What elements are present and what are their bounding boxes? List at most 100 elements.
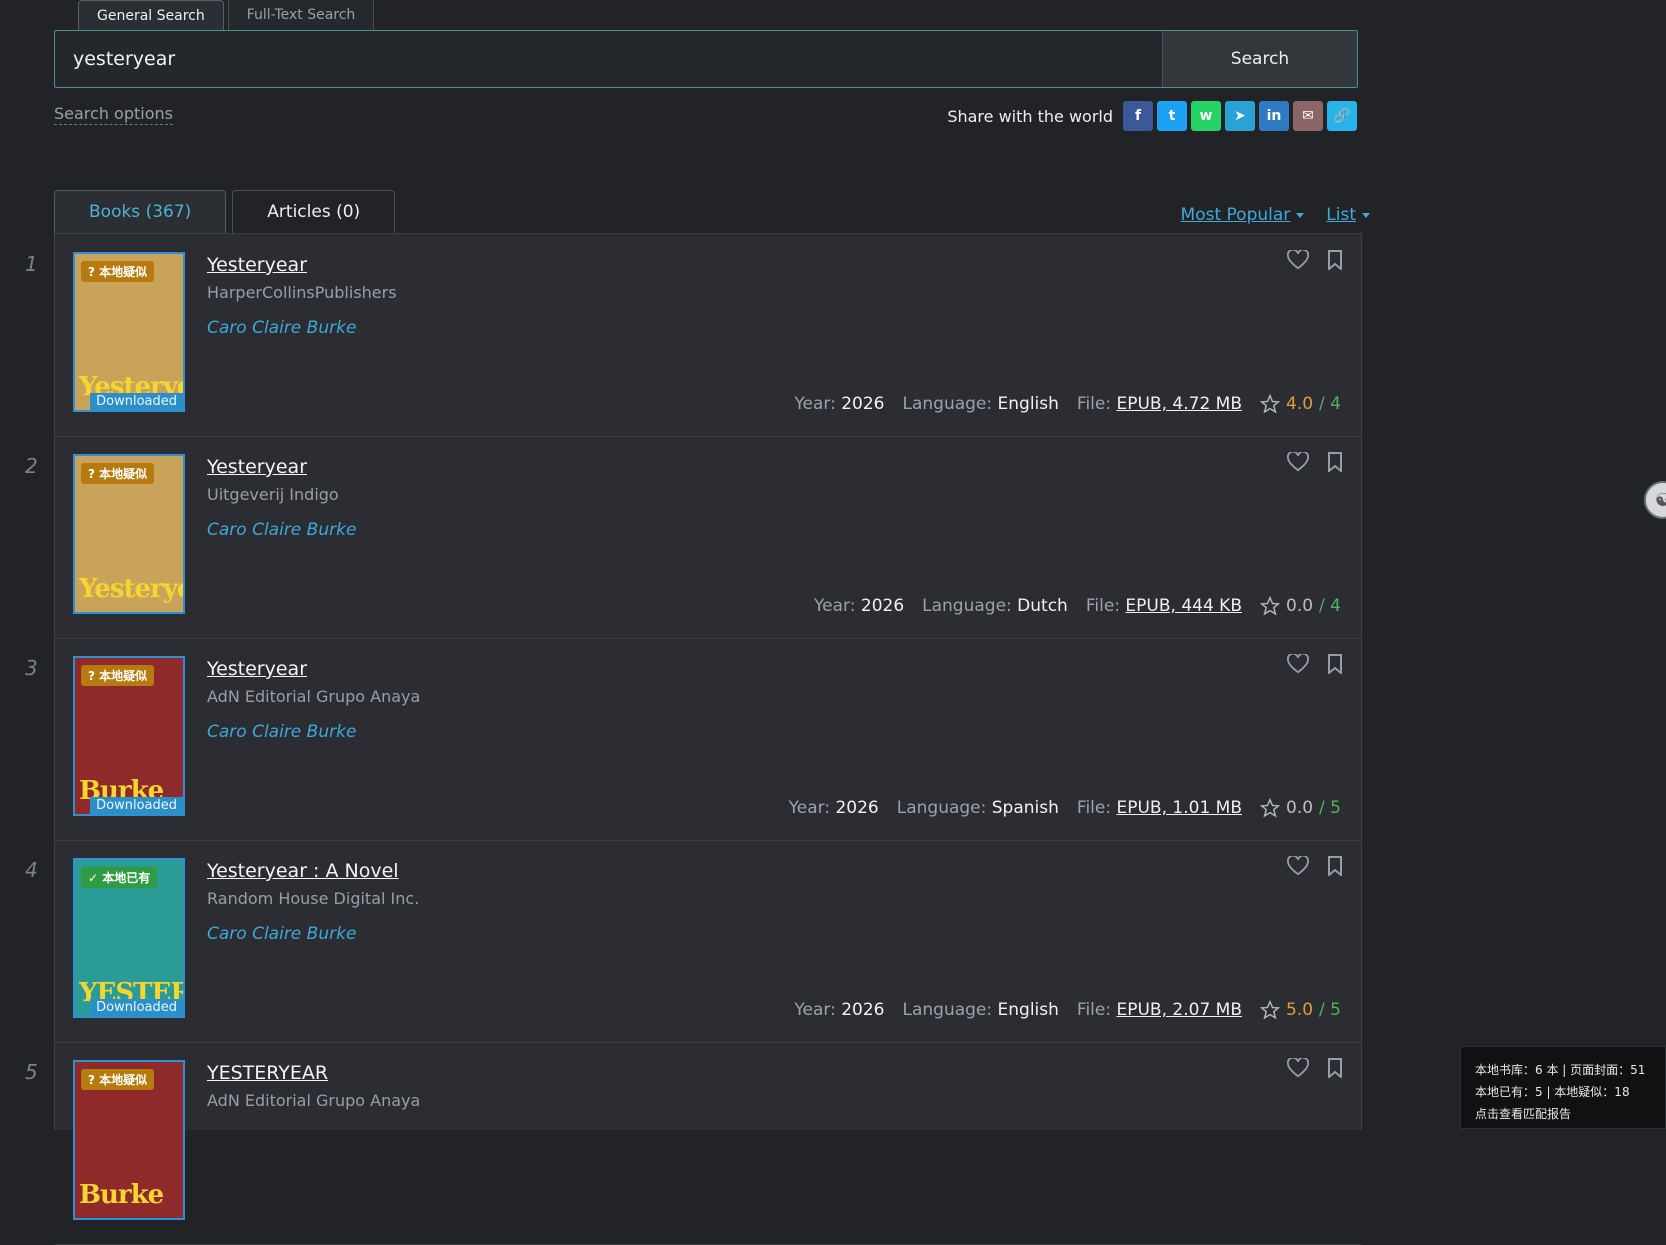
tab-books[interactable]: Books (367): [54, 190, 227, 233]
bookmark-icon[interactable]: [1327, 1058, 1343, 1082]
file-link[interactable]: EPUB, 2.07 MB: [1117, 1000, 1243, 1020]
list-item: 3 Burke ? 本地疑似 Downloaded Yesteryear AdN…: [25, 638, 1361, 841]
book-title-link[interactable]: Yesteryear: [207, 658, 307, 680]
item-actions: [1287, 854, 1343, 880]
list-item: 5 Burke ? 本地疑似 YESTERYEAR AdN Editorial …: [25, 1042, 1361, 1245]
language-field: Language: English: [902, 1000, 1059, 1020]
cover-title: Burke: [79, 1180, 164, 1210]
language-field: Language: Spanish: [896, 798, 1059, 818]
book-title-link[interactable]: YESTERYEAR: [207, 1062, 328, 1084]
bookmark-icon[interactable]: [1327, 452, 1343, 476]
book-cover[interactable]: Yesteryear ? 本地疑似 Downloaded: [73, 252, 185, 412]
local-stats-line-1: 本地书库：6 本 | 页面封面：51: [1475, 1063, 1646, 1077]
rating-value: 5.0: [1286, 1000, 1314, 1020]
book-meta: Year: 2026 Language: Spanish File: EPUB,…: [789, 798, 1341, 818]
language-field: Language: English: [902, 394, 1059, 414]
heart-icon[interactable]: [1287, 450, 1309, 476]
result-type-tabs: Books (367) Articles (0): [54, 190, 396, 233]
rating-count: / 5: [1319, 798, 1341, 818]
downloaded-badge: Downloaded: [90, 797, 183, 814]
tab-full-text-search[interactable]: Full-Text Search: [227, 0, 375, 31]
book-cover[interactable]: Burke ? 本地疑似 Downloaded: [73, 656, 185, 816]
heart-icon[interactable]: [1287, 652, 1309, 678]
author-link[interactable]: Caro Claire Burke: [207, 318, 356, 338]
tab-general-search[interactable]: General Search: [78, 0, 224, 32]
rating-count: / 5: [1319, 1000, 1341, 1020]
local-status-badge: ? 本地疑似: [81, 463, 155, 484]
search-options-link[interactable]: Search options: [54, 104, 173, 125]
search-button[interactable]: Search: [1162, 31, 1357, 87]
email-icon[interactable]: ✉: [1293, 101, 1323, 131]
heart-icon[interactable]: [1287, 854, 1309, 880]
publisher: AdN Editorial Grupo Anaya: [207, 1091, 421, 1110]
book-title-link[interactable]: Yesteryear : A Novel: [207, 860, 399, 882]
chevron-down-icon: [1362, 212, 1370, 218]
year-field: Year: 2026: [788, 798, 879, 818]
tab-articles[interactable]: Articles (0): [232, 190, 396, 233]
list-item: 1 Yesteryear ? 本地疑似 Downloaded Yesteryea…: [25, 234, 1361, 437]
search-input[interactable]: [55, 31, 1162, 87]
heart-icon[interactable]: [1287, 1056, 1309, 1082]
year-field: Year: 2026: [794, 394, 885, 414]
link-icon[interactable]: 🔗: [1327, 101, 1357, 131]
year-field: Year: 2026: [794, 1000, 885, 1020]
rating: 5.0 / 5: [1260, 1000, 1341, 1020]
book-cover[interactable]: Yesteryear ? 本地疑似: [73, 454, 185, 614]
result-index: 5: [25, 1060, 38, 1084]
book-cover[interactable]: YESTERYEAR ✓ 本地已有 Downloaded: [73, 858, 185, 1018]
language-field: Language: Dutch: [922, 596, 1068, 616]
sort-order-dropdown[interactable]: Most Popular: [1181, 205, 1305, 225]
telegram-icon[interactable]: ➤: [1225, 101, 1255, 131]
publisher: HarperCollinsPublishers: [207, 283, 397, 302]
book-cover[interactable]: Burke ? 本地疑似: [73, 1060, 185, 1220]
bookmark-icon[interactable]: [1327, 250, 1343, 274]
local-status-badge: ? 本地疑似: [81, 1069, 155, 1090]
author-link[interactable]: Caro Claire Burke: [207, 722, 356, 742]
local-stats-line-2: 本地已有：5 | 本地疑似：18: [1475, 1085, 1630, 1099]
book-title-link[interactable]: Yesteryear: [207, 254, 307, 276]
yin-yang-icon[interactable]: ☯: [1644, 481, 1666, 519]
item-actions: [1287, 652, 1343, 678]
author-link[interactable]: Caro Claire Burke: [207, 924, 356, 944]
book-title-link[interactable]: Yesteryear: [207, 456, 307, 478]
file-link[interactable]: EPUB, 1.01 MB: [1117, 798, 1243, 818]
author-link[interactable]: Caro Claire Burke: [207, 520, 356, 540]
share-bar: Share with the world f t w ➤ in ✉ 🔗: [947, 101, 1357, 131]
results-list: 1 Yesteryear ? 本地疑似 Downloaded Yesteryea…: [25, 233, 1362, 1245]
chevron-down-icon: [1296, 212, 1305, 218]
sort-controls: Most Popular List: [1181, 205, 1370, 225]
publisher: AdN Editorial Grupo Anaya: [207, 687, 421, 706]
book-meta: Year: 2026 Language: Dutch File: EPUB, 4…: [814, 596, 1341, 616]
match-report-link[interactable]: 点击查看匹配报告: [1475, 1103, 1651, 1125]
file-link[interactable]: EPUB, 444 KB: [1125, 596, 1242, 616]
item-actions: [1287, 248, 1343, 274]
star-icon[interactable]: [1260, 1000, 1280, 1020]
share-label: Share with the world: [947, 106, 1113, 126]
item-actions: [1287, 1056, 1343, 1082]
rating: 0.0 / 5: [1260, 798, 1341, 818]
heart-icon[interactable]: [1287, 248, 1309, 274]
result-index: 4: [25, 858, 38, 882]
twitter-icon[interactable]: t: [1157, 101, 1187, 131]
rating-value: 0.0: [1286, 596, 1314, 616]
search-box: Search: [54, 30, 1358, 88]
downloaded-badge: Downloaded: [90, 999, 183, 1016]
whatsapp-icon[interactable]: w: [1191, 101, 1221, 131]
star-icon[interactable]: [1260, 394, 1280, 414]
cover-title: Yesteryear: [79, 574, 183, 604]
bookmark-icon[interactable]: [1327, 856, 1343, 880]
file-link[interactable]: EPUB, 4.72 MB: [1117, 394, 1243, 414]
item-actions: [1287, 450, 1343, 476]
star-icon[interactable]: [1260, 798, 1280, 818]
star-icon[interactable]: [1260, 596, 1280, 616]
file-field: File: EPUB, 4.72 MB: [1076, 394, 1243, 414]
file-field: File: EPUB, 1.01 MB: [1076, 798, 1243, 818]
linkedin-icon[interactable]: in: [1259, 101, 1289, 131]
view-mode-dropdown[interactable]: List: [1326, 205, 1370, 225]
local-status-badge: ? 本地疑似: [81, 665, 155, 686]
downloaded-badge: Downloaded: [90, 393, 183, 410]
bookmark-icon[interactable]: [1327, 654, 1343, 678]
local-library-panel[interactable]: 本地书库：6 本 | 页面封面：51 本地已有：5 | 本地疑似：18 点击查看…: [1460, 1046, 1666, 1129]
result-index: 3: [25, 656, 38, 680]
facebook-icon[interactable]: f: [1123, 101, 1153, 131]
